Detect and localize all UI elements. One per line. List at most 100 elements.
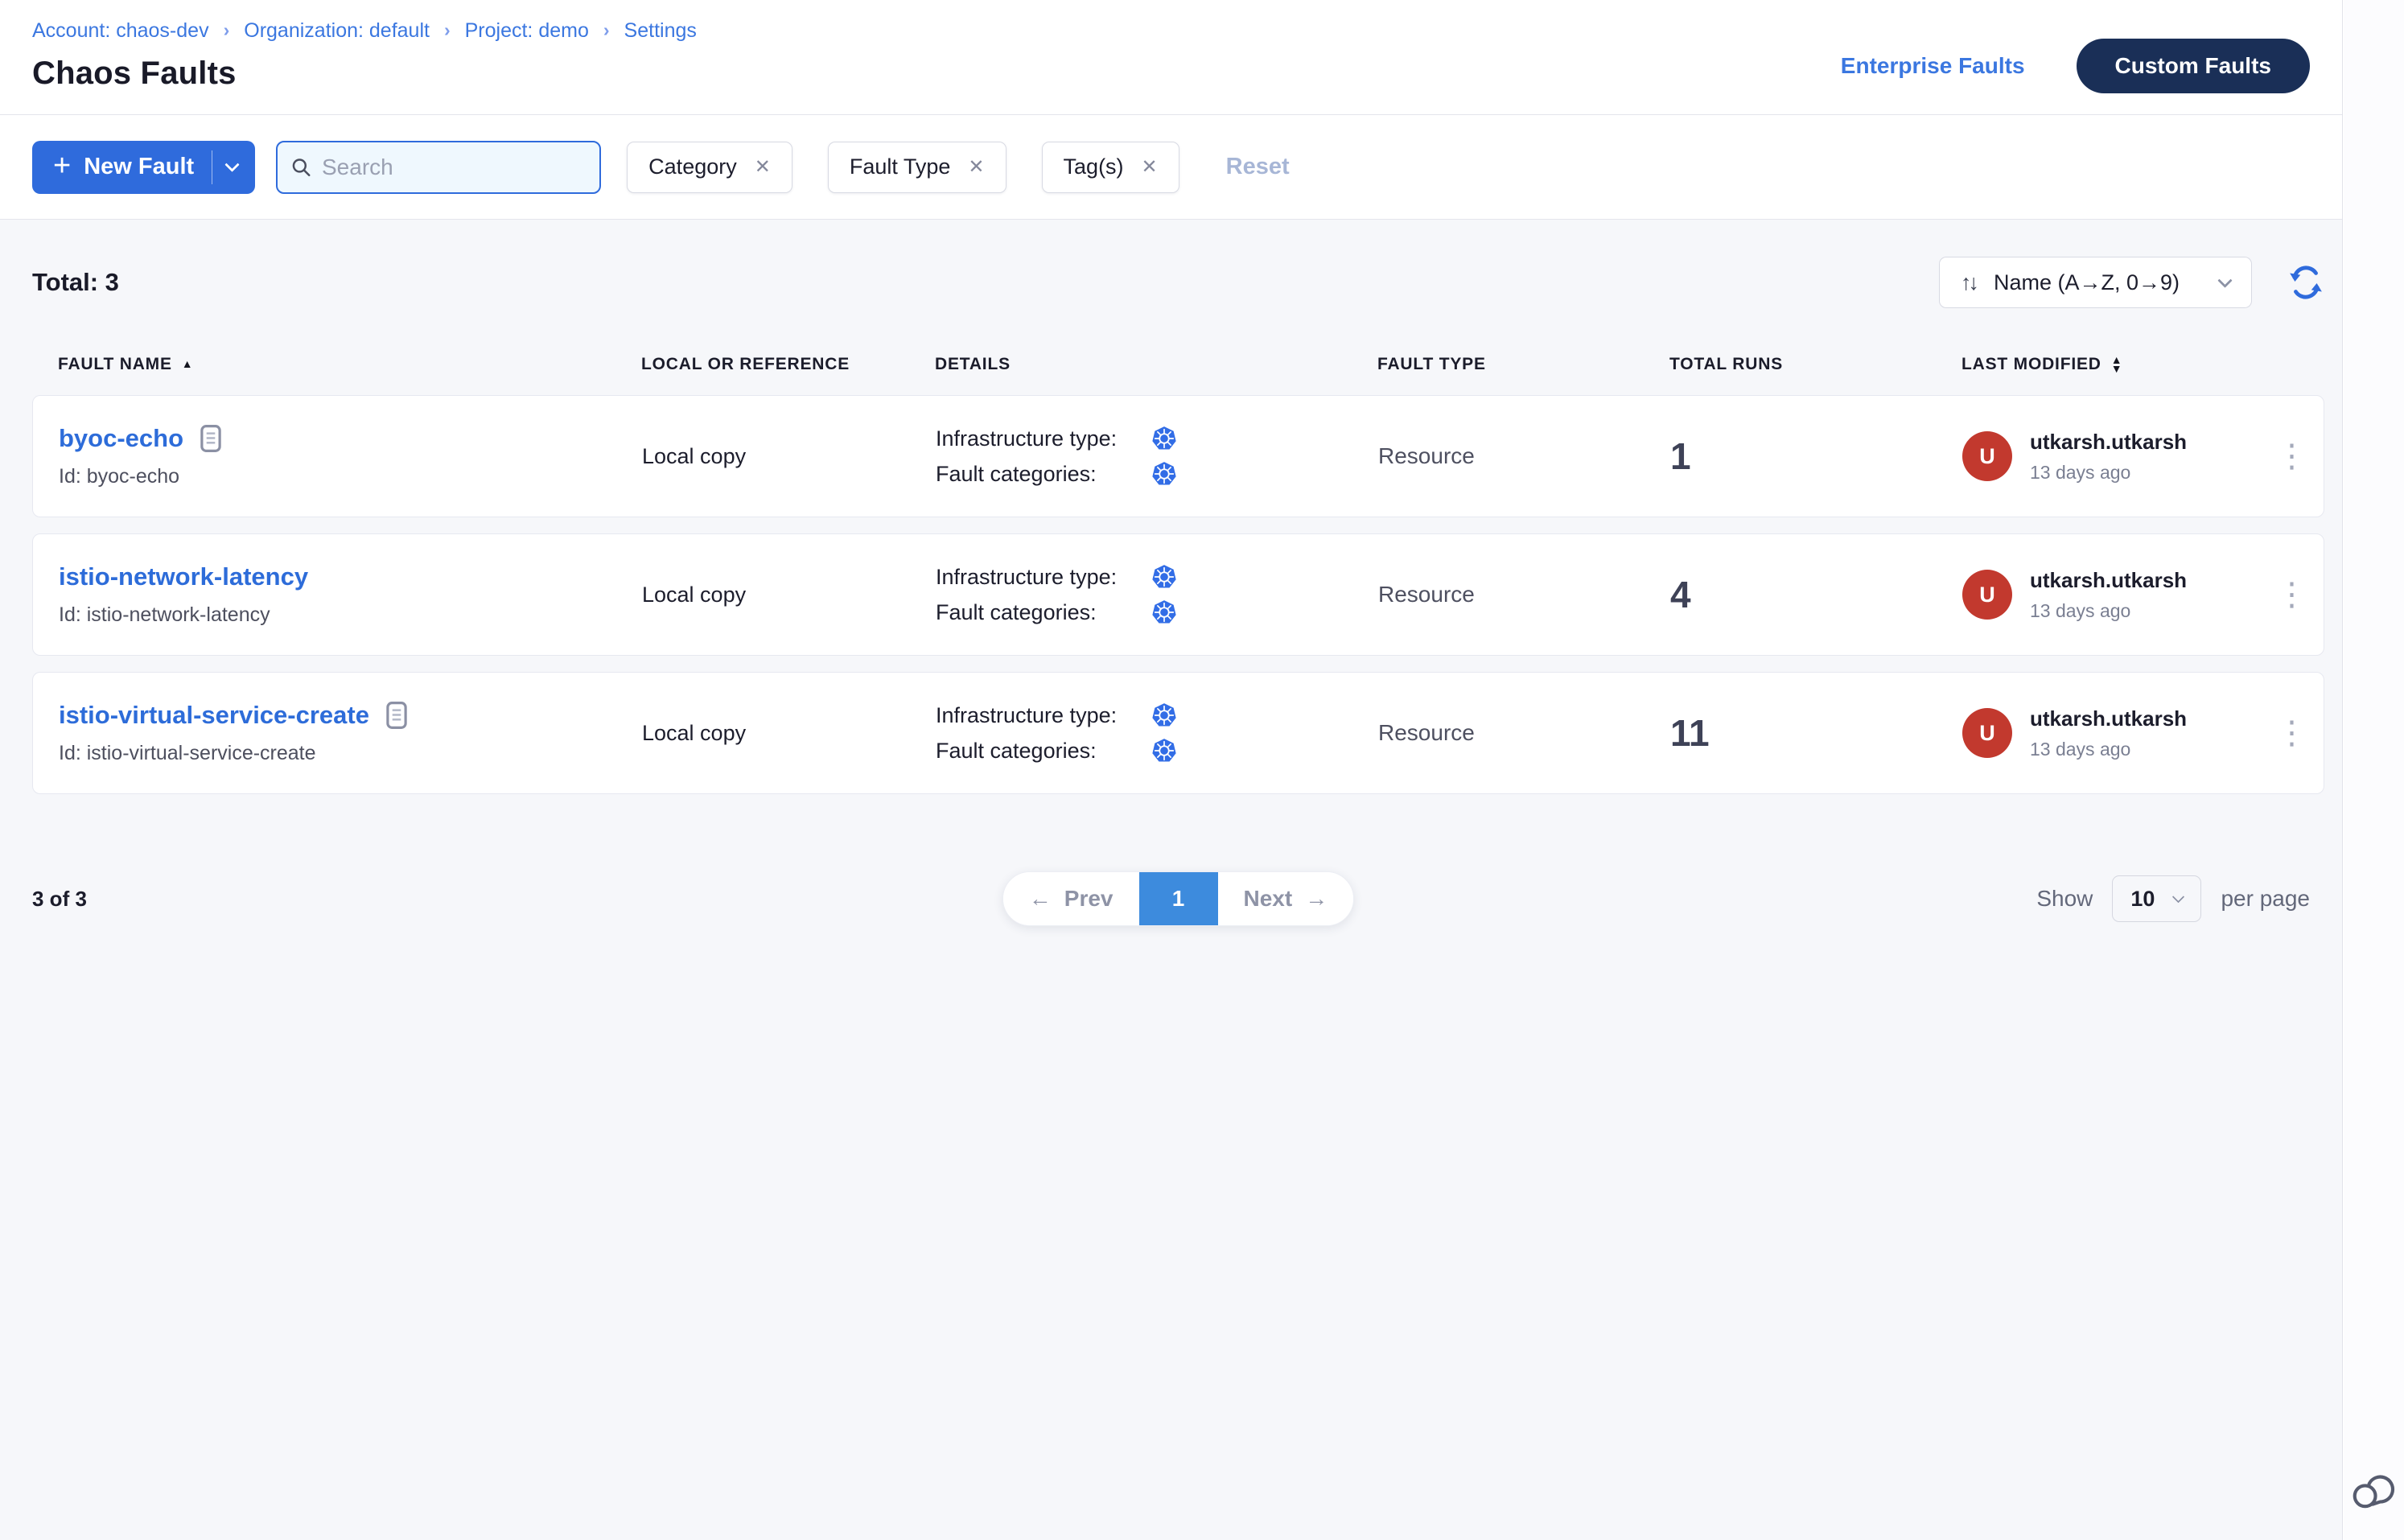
toolbar: + New Fault Category ✕: [0, 115, 2342, 220]
modified-by: utkarsh.utkarsh: [2030, 706, 2187, 731]
header-left: Account: chaos-dev › Organization: defau…: [32, 19, 697, 114]
chat-bubbles-icon: [2349, 1464, 2399, 1513]
page-summary: 3 of 3: [32, 887, 1002, 912]
custom-faults-tab[interactable]: Custom Faults: [2077, 39, 2310, 93]
reset-filters-button[interactable]: Reset: [1226, 154, 1290, 180]
page-size-value: 10: [2130, 887, 2155, 912]
next-page-button[interactable]: Next →: [1218, 872, 1354, 925]
fault-id: Id: byoc-echo: [59, 465, 642, 488]
modified-by: utkarsh.utkarsh: [2030, 430, 2187, 455]
total-runs-cell: 1: [1670, 434, 1962, 478]
sort-both-icon: ▲▼: [2111, 356, 2123, 372]
column-header-fault-name[interactable]: FAULT NAME ▲: [58, 355, 641, 374]
column-header-fault-type: FAULT TYPE: [1377, 355, 1669, 374]
manifest-doc-icon[interactable]: [200, 424, 222, 453]
pagination-row: 3 of 3 ← Prev 1 Next → Show 10: [32, 871, 2324, 926]
breadcrumb: Account: chaos-dev › Organization: defau…: [32, 19, 697, 43]
enterprise-faults-tab[interactable]: Enterprise Faults: [1841, 53, 2025, 79]
details-cell: Infrastructure type: Fault categories:: [936, 564, 1378, 625]
close-icon[interactable]: ✕: [1142, 158, 1158, 177]
column-label: LAST MODIFIED: [1961, 355, 2101, 374]
new-fault-button[interactable]: + New Fault: [32, 141, 212, 194]
breadcrumb-separator-icon: ›: [603, 19, 610, 41]
breadcrumb-account-link[interactable]: Account: chaos-dev: [32, 19, 209, 43]
total-runs-cell: 4: [1670, 573, 1962, 616]
refresh-icon[interactable]: [2287, 264, 2324, 301]
manifest-doc-icon[interactable]: [385, 701, 408, 730]
new-fault-label: New Fault: [84, 154, 194, 180]
help-chat-button[interactable]: [2349, 1464, 2399, 1517]
row-menu-kebab-icon[interactable]: ⋮: [2265, 714, 2320, 752]
row-menu-kebab-icon[interactable]: ⋮: [2265, 575, 2320, 614]
fault-name-cell: byoc-echo Id: byoc-echo: [59, 424, 642, 488]
infrastructure-type-label: Infrastructure type:: [936, 426, 1151, 451]
details-cell: Infrastructure type: Fault categories:: [936, 702, 1378, 764]
filter-chip-category[interactable]: Category ✕: [627, 142, 792, 193]
breadcrumb-project-link[interactable]: Project: demo: [465, 19, 589, 43]
page-size-controls: Show 10 per page: [2036, 875, 2324, 922]
sort-arrows-icon: ↑↓: [1961, 270, 1976, 295]
filter-chip-label: Tag(s): [1064, 154, 1124, 179]
prev-label: Prev: [1064, 886, 1113, 912]
show-label: Show: [2036, 886, 2093, 912]
breadcrumb-organization-link[interactable]: Organization: default: [244, 19, 430, 43]
table-row: istio-virtual-service-create Id: istio-v…: [32, 672, 2324, 794]
kubernetes-icon: [1151, 738, 1177, 764]
new-fault-dropdown-button[interactable]: [212, 141, 255, 194]
column-label: FAULT NAME: [58, 355, 172, 374]
fault-categories-label: Fault categories:: [936, 600, 1151, 625]
filter-chips: Category ✕ Fault Type ✕ Tag(s) ✕: [627, 142, 1179, 193]
column-header-local-or-reference: LOCAL OR REFERENCE: [641, 355, 935, 374]
fault-name-link[interactable]: istio-virtual-service-create: [59, 701, 369, 730]
avatar: U: [1962, 570, 2012, 620]
column-label: DETAILS: [935, 355, 1011, 374]
column-header-details: DETAILS: [935, 355, 1377, 374]
last-modified-cell: U utkarsh.utkarsh 13 days ago: [1962, 706, 2260, 760]
last-modified-cell: U utkarsh.utkarsh 13 days ago: [1962, 568, 2260, 622]
breadcrumb-settings-link[interactable]: Settings: [624, 19, 697, 43]
close-icon[interactable]: ✕: [755, 158, 771, 177]
chevron-down-icon: [224, 157, 239, 171]
kubernetes-icon: [1151, 599, 1177, 625]
prev-page-button[interactable]: ← Prev: [1003, 872, 1139, 925]
details-cell: Infrastructure type: Fault categories:: [936, 426, 1378, 487]
fault-name-link[interactable]: byoc-echo: [59, 424, 183, 453]
main-panel: Account: chaos-dev › Organization: defau…: [0, 0, 2343, 1540]
infrastructure-type-label: Infrastructure type:: [936, 703, 1151, 728]
column-header-last-modified[interactable]: LAST MODIFIED ▲▼: [1961, 355, 2259, 374]
per-page-label: per page: [2221, 886, 2310, 912]
filter-chip-fault-type[interactable]: Fault Type ✕: [828, 142, 1006, 193]
arrow-right-icon: →: [1305, 886, 1328, 912]
new-fault-split-button: + New Fault: [32, 141, 255, 194]
table-row: byoc-echo Id: byoc-echo Local copy Infra…: [32, 395, 2324, 517]
page-size-select[interactable]: 10: [2112, 875, 2201, 922]
infrastructure-type-label: Infrastructure type:: [936, 565, 1151, 590]
breadcrumb-separator-icon: ›: [444, 19, 451, 41]
sort-select-value: Name (A→Z, 0→9): [1994, 270, 2180, 295]
plus-icon: +: [53, 150, 71, 181]
table-header: FAULT NAME ▲ LOCAL OR REFERENCE DETAILS …: [32, 355, 2324, 374]
row-menu-kebab-icon[interactable]: ⋮: [2265, 437, 2320, 476]
total-runs-cell: 11: [1670, 711, 1962, 755]
modified-by: utkarsh.utkarsh: [2030, 568, 2187, 593]
fault-name-cell: istio-virtual-service-create Id: istio-v…: [59, 701, 642, 765]
kubernetes-icon: [1151, 564, 1177, 590]
fault-type-cell: Resource: [1378, 720, 1670, 746]
fault-type-cell: Resource: [1378, 582, 1670, 607]
fault-list: byoc-echo Id: byoc-echo Local copy Infra…: [32, 395, 2324, 794]
filter-chip-tags[interactable]: Tag(s) ✕: [1042, 142, 1179, 193]
close-icon[interactable]: ✕: [968, 158, 984, 177]
kubernetes-icon: [1151, 461, 1177, 487]
search-box: [276, 141, 601, 194]
sort-select[interactable]: ↑↓ Name (A→Z, 0→9): [1939, 257, 2252, 308]
search-input[interactable]: [322, 154, 587, 180]
fault-name-link[interactable]: istio-network-latency: [59, 562, 308, 591]
page-number-button[interactable]: 1: [1139, 872, 1218, 925]
avatar: U: [1962, 708, 2012, 758]
breadcrumb-separator-icon: ›: [224, 19, 230, 41]
local-or-reference-cell: Local copy: [642, 583, 936, 607]
column-label: FAULT TYPE: [1377, 355, 1486, 374]
page-header: Account: chaos-dev › Organization: defau…: [0, 0, 2342, 115]
local-or-reference-cell: Local copy: [642, 721, 936, 746]
modified-at: 13 days ago: [2030, 739, 2187, 760]
